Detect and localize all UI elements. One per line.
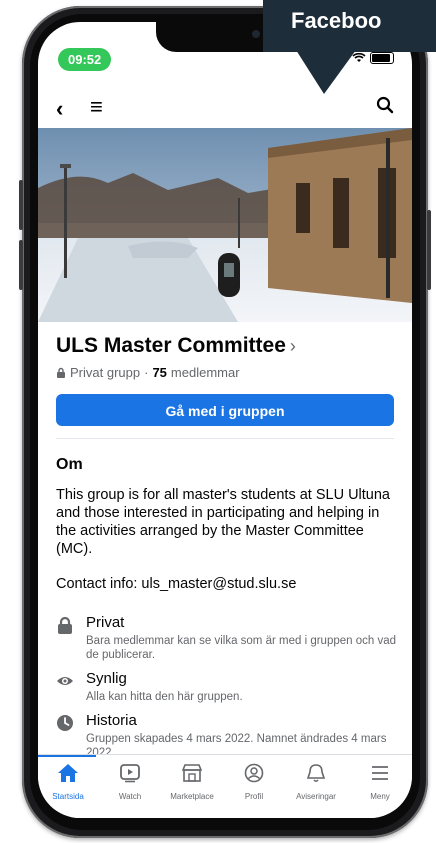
watch-icon — [120, 764, 140, 783]
tab-label: Aviseringar — [296, 792, 336, 801]
bottom-tab-bar: Startsida Watch Marketplace Profil Avise… — [38, 754, 412, 818]
group-meta: Privat grupp · 75 medlemmar — [56, 365, 240, 380]
meta-separator: · — [144, 365, 149, 380]
power-button — [427, 210, 431, 290]
banner-text: Faceboo — [291, 8, 382, 33]
status-time: 09:52 — [58, 48, 112, 71]
about-description: This group is for all master's students … — [56, 487, 390, 557]
volume-button — [19, 240, 23, 290]
battery-icon — [370, 52, 394, 64]
banner-tail — [296, 50, 356, 94]
profile-icon — [244, 763, 264, 783]
marketplace-icon — [181, 764, 203, 782]
info-title: Historia — [86, 712, 137, 729]
volume-button — [19, 180, 23, 230]
tab-meny[interactable]: Meny — [350, 763, 410, 801]
tab-label: Marketplace — [170, 792, 214, 801]
member-count: 75 — [152, 365, 167, 380]
tab-label: Startsida — [52, 792, 84, 801]
chevron-right-icon: › — [289, 336, 296, 356]
facebook-banner: Faceboo — [263, 0, 436, 52]
phone-screen: 09:52 ‹ ≡ ULS Master Committee› Privat — [38, 22, 412, 818]
tab-startsida[interactable]: Startsida — [38, 763, 98, 801]
tab-profil[interactable]: Profil — [224, 763, 284, 801]
lock-icon — [58, 616, 72, 634]
tab-aviseringar[interactable]: Aviseringar — [286, 763, 346, 801]
info-desc: Alla kan hitta den här gruppen. — [86, 691, 243, 703]
tab-label: Watch — [118, 792, 142, 801]
member-label: medlemmar — [170, 365, 240, 380]
info-title: Privat — [86, 614, 125, 631]
bell-icon — [306, 764, 326, 782]
camera-icon — [252, 30, 260, 38]
tab-label: Profil — [244, 792, 264, 801]
privacy-label: Privat grupp — [70, 365, 141, 380]
info-desc: Bara medlemmar kan se vilka som är med i… — [86, 635, 397, 661]
back-icon[interactable]: ‹ — [56, 96, 63, 122]
status-icons — [352, 52, 394, 64]
clock-icon — [57, 715, 73, 731]
about-heading: Om — [56, 456, 83, 473]
menu-icon — [372, 766, 388, 780]
tab-label: Meny — [370, 792, 390, 801]
top-bar: ‹ ≡ — [38, 92, 412, 128]
cover-photo[interactable] — [38, 128, 412, 322]
hamburger-icon[interactable]: ≡ — [90, 94, 103, 120]
join-group-button[interactable]: Gå med i gruppen — [56, 394, 394, 426]
tab-watch[interactable]: Watch — [100, 763, 160, 801]
contact-info: Contact info: uls_master@stud.slu.se — [56, 576, 297, 592]
eye-icon — [57, 677, 73, 685]
group-name: ULS Master Committee — [56, 334, 286, 357]
home-icon — [58, 764, 78, 782]
tab-marketplace[interactable]: Marketplace — [162, 763, 222, 801]
divider — [56, 438, 394, 439]
active-tab-indicator — [38, 755, 96, 757]
search-icon[interactable] — [376, 96, 394, 114]
info-title: Synlig — [86, 670, 127, 687]
group-title[interactable]: ULS Master Committee › — [56, 334, 296, 358]
lock-icon — [57, 367, 65, 378]
